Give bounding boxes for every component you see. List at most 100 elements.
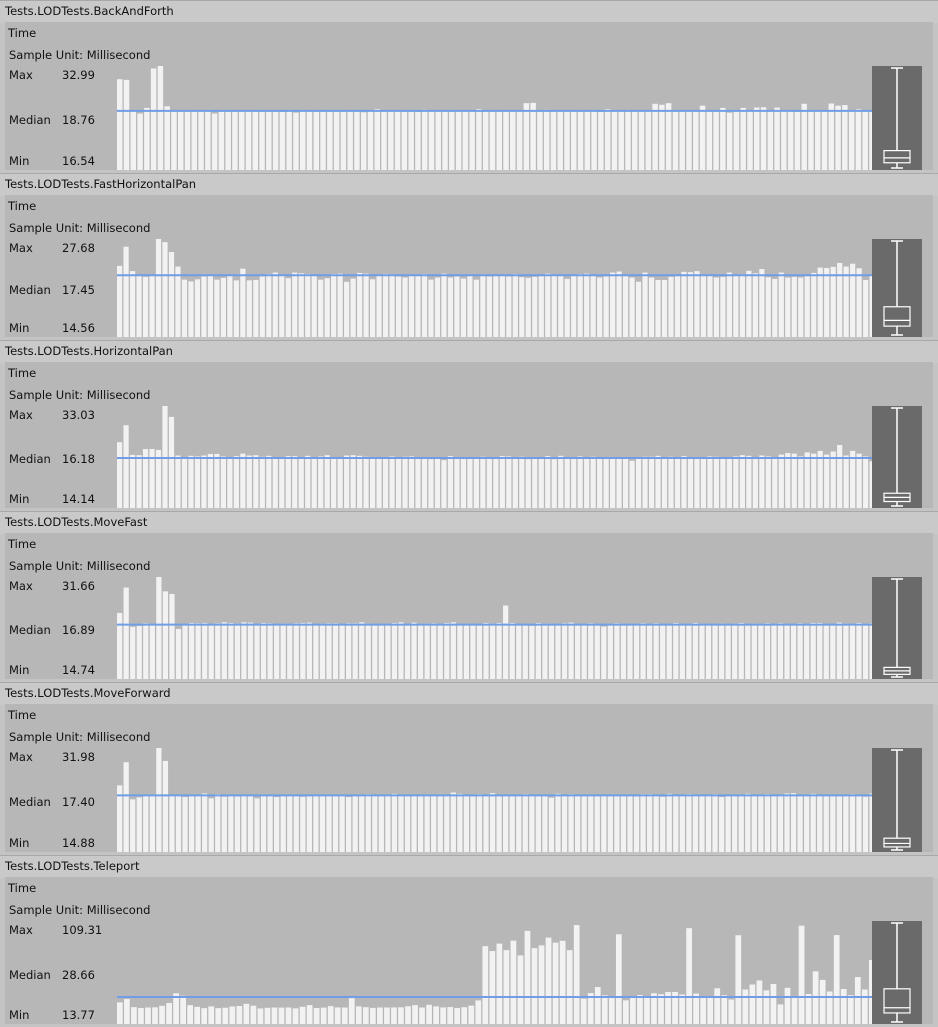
sample-bar	[525, 459, 531, 508]
sample-bar	[136, 797, 142, 852]
sample-bar	[629, 460, 635, 508]
test-name: Tests.LODTests.MoveFast	[5, 515, 148, 529]
sample-bar	[496, 795, 502, 852]
sample-bar	[313, 624, 319, 679]
sample-bar	[817, 450, 823, 508]
test-header[interactable]: Tests.LODTests.FastHorizontalPan	[0, 173, 938, 196]
sample-bar	[442, 111, 448, 170]
sample-bar	[117, 612, 123, 679]
sample-bar	[642, 272, 648, 337]
sample-bar	[215, 623, 221, 679]
sample-bar	[700, 457, 707, 508]
sample-bar	[765, 456, 771, 508]
sample-bar	[201, 455, 207, 508]
sample-bar	[444, 794, 450, 852]
sample-bar	[327, 111, 333, 170]
test-result-block-5: Tests.LODTests.MoveForward Time Sample U…	[0, 682, 938, 855]
sample-bar	[285, 456, 291, 508]
sample-bar	[286, 111, 292, 170]
sample-bar	[758, 624, 764, 679]
sample-bar	[699, 796, 705, 852]
sample-bar	[225, 111, 231, 170]
sample-bar-chart	[117, 577, 876, 679]
sample-bar	[482, 946, 489, 1024]
sample-bar	[575, 795, 581, 852]
test-header[interactable]: Tests.LODTests.MoveFast	[0, 511, 938, 534]
sample-bar	[149, 795, 155, 852]
sample-bar	[480, 274, 486, 337]
sample-bar	[159, 1005, 165, 1024]
sample-bar	[623, 458, 629, 508]
box-plot	[872, 577, 922, 679]
sample-bar	[625, 110, 631, 170]
test-header[interactable]: Tests.LODTests.Teleport	[0, 855, 938, 878]
sample-bar	[584, 273, 590, 337]
min-label: Min	[9, 1008, 30, 1022]
sample-bar	[706, 111, 713, 170]
sample-bar	[447, 277, 454, 337]
sample-bar	[398, 796, 404, 852]
sample-bar	[444, 622, 450, 679]
sample-bar	[337, 457, 343, 508]
sample-bar	[855, 109, 862, 170]
sample-bar	[378, 624, 384, 679]
sample-bar	[659, 104, 665, 170]
test-header[interactable]: Tests.LODTests.BackAndForth	[0, 0, 938, 23]
sample-bar	[363, 456, 369, 508]
sample-bar	[234, 796, 241, 852]
sample-bar	[123, 587, 129, 679]
sample-bar	[770, 983, 777, 1024]
sample-bar	[725, 624, 731, 679]
sample-bar	[175, 795, 182, 852]
sample-bar	[202, 793, 208, 852]
sample-bar	[433, 1006, 439, 1024]
sample-bar	[694, 271, 700, 337]
sample-bar	[692, 794, 699, 852]
sample-bar	[391, 1007, 397, 1024]
sample-bar	[823, 796, 829, 852]
sample-bar	[137, 113, 143, 170]
sample-bar	[735, 935, 742, 1024]
sample-bar	[830, 623, 836, 679]
sample-bar	[673, 795, 679, 852]
sample-bar	[804, 624, 810, 679]
bar-chart-svg	[117, 406, 876, 508]
sample-bar	[648, 456, 655, 508]
sample-bar	[287, 623, 293, 679]
sample-bar	[359, 622, 365, 679]
sample-bar	[581, 795, 587, 852]
sample-bar	[566, 950, 573, 1024]
sample-bar	[272, 110, 279, 170]
sample-bar	[849, 794, 856, 852]
sample-bar	[388, 111, 394, 170]
sample-bar	[798, 456, 804, 508]
sample-bar	[777, 623, 784, 679]
sample-unit-label: Sample Unit: Millisecond	[9, 559, 151, 573]
sample-bar	[233, 456, 239, 508]
sample-bar	[787, 110, 794, 170]
sample-bar	[254, 624, 260, 679]
sample-bar	[469, 111, 475, 170]
max-value: 33.03	[62, 408, 95, 422]
sample-bar	[319, 623, 326, 679]
sample-bar-chart	[117, 748, 876, 852]
sample-bar	[234, 623, 241, 679]
sample-bar	[555, 793, 561, 852]
sample-bar	[306, 622, 312, 679]
test-header[interactable]: Tests.LODTests.MoveForward	[0, 682, 938, 705]
sample-bar	[357, 272, 363, 337]
sample-bar	[516, 624, 522, 679]
test-header[interactable]: Tests.LODTests.HorizontalPan	[0, 340, 938, 363]
bar-chart-svg	[117, 925, 876, 1024]
sample-bar	[378, 795, 384, 852]
box-plot	[872, 66, 922, 170]
sample-bar	[861, 989, 868, 1024]
sample-bar	[441, 460, 447, 508]
sample-bar	[411, 622, 417, 679]
sample-bar	[771, 624, 777, 679]
sample-bar	[254, 798, 260, 852]
sample-bar	[673, 622, 679, 679]
sample-bar	[620, 623, 627, 679]
sample-bar	[123, 762, 129, 852]
sample-bar	[215, 1008, 222, 1024]
